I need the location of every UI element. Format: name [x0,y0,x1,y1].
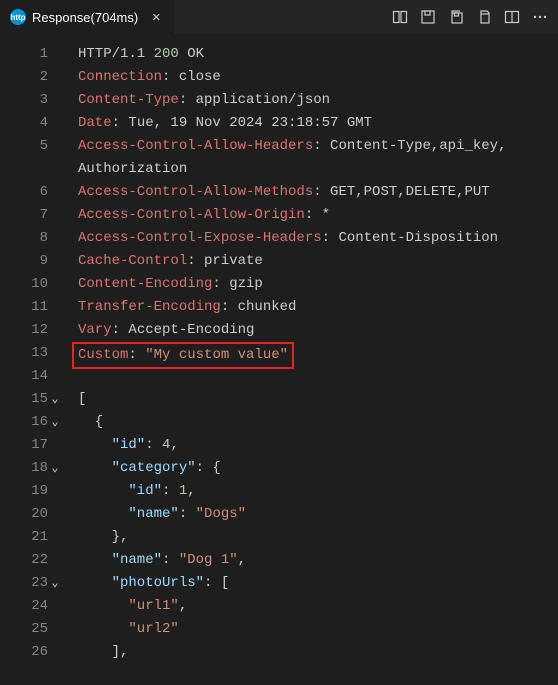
editor[interactable]: 1 2 3 4 5 6 7 8 9 10 11 12 13 14 15⌄ 16⌄… [0,35,558,664]
line-number: 20 [0,503,48,526]
line-number: 4 [0,112,48,135]
fold-icon[interactable]: ⌄ [48,572,62,595]
save-icon[interactable] [420,9,436,25]
line-number: 16⌄ [0,411,48,434]
line-number: 3 [0,89,48,112]
code-line: "id": 4, [78,434,558,457]
line-number: 26 [0,641,48,664]
code-line: "photoUrls": [ [78,572,558,595]
code-line: Content-Encoding: gzip [78,273,558,296]
line-number: 21 [0,526,48,549]
save-all-icon[interactable] [448,9,464,25]
line-number: 22 [0,549,48,572]
fold-icon[interactable]: ⌄ [48,411,62,434]
code-line: [ [78,388,558,411]
line-number: 11 [0,296,48,319]
close-icon[interactable]: × [148,9,164,25]
code-line: Access-Control-Allow-Methods: GET,POST,D… [78,181,558,204]
code-line: Access-Control-Expose-Headers: Content-D… [78,227,558,250]
line-number: 13 [0,342,48,365]
code-line: "id": 1, [78,480,558,503]
tab-bar: http Response(704ms) × [0,0,558,35]
code-line: Access-Control-Allow-Origin: * [78,204,558,227]
code-line: ], [78,641,558,664]
line-number: 14 [0,365,48,388]
code-line: }, [78,526,558,549]
line-number: 24 [0,595,48,618]
code-line: Content-Type: application/json [78,89,558,112]
line-number: 17 [0,434,48,457]
line-number: 19 [0,480,48,503]
more-icon[interactable] [532,9,548,25]
tab-title: Response(704ms) [32,10,138,25]
line-gutter: 1 2 3 4 5 6 7 8 9 10 11 12 13 14 15⌄ 16⌄… [0,43,56,664]
code-line: "url1", [78,595,558,618]
line-number: 25 [0,618,48,641]
code-line: Access-Control-Allow-Headers: Content-Ty… [78,135,558,158]
code-line: HTTP/1.1 200 OK [78,43,558,66]
code-line: "name": "Dogs" [78,503,558,526]
line-number: 12 [0,319,48,342]
http-icon: http [10,9,26,25]
code-area[interactable]: HTTP/1.1 200 OK Connection: close Conten… [56,43,558,664]
code-line-highlighted: Custom: "My custom value" [78,342,558,365]
line-number: 9 [0,250,48,273]
code-line: "url2" [78,618,558,641]
code-line: Cache-Control: private [78,250,558,273]
code-line: "category": { [78,457,558,480]
code-line: Transfer-Encoding: chunked [78,296,558,319]
line-number: 8 [0,227,48,250]
code-line: { [78,411,558,434]
line-number: 18⌄ [0,457,48,480]
code-line: Authorization [78,158,558,181]
split-right-icon[interactable] [504,9,520,25]
fold-icon[interactable]: ⌄ [48,457,62,480]
code-line: Connection: close [78,66,558,89]
fold-icon[interactable]: ⌄ [48,388,62,411]
toolbar [392,9,558,25]
split-columns-icon[interactable] [392,9,408,25]
highlight-box: Custom: "My custom value" [72,342,294,369]
line-number: 10 [0,273,48,296]
code-line: Date: Tue, 19 Nov 2024 23:18:57 GMT [78,112,558,135]
line-number: 7 [0,204,48,227]
code-line: "name": "Dog 1", [78,549,558,572]
line-number: 1 [0,43,48,66]
line-number: 5 [0,135,48,158]
copy-icon[interactable] [476,9,492,25]
line-number: 15⌄ [0,388,48,411]
line-number: 23⌄ [0,572,48,595]
line-number: 2 [0,66,48,89]
code-line: Vary: Accept-Encoding [78,319,558,342]
line-number [0,158,48,181]
line-number: 6 [0,181,48,204]
tab-response[interactable]: http Response(704ms) × [0,0,174,35]
